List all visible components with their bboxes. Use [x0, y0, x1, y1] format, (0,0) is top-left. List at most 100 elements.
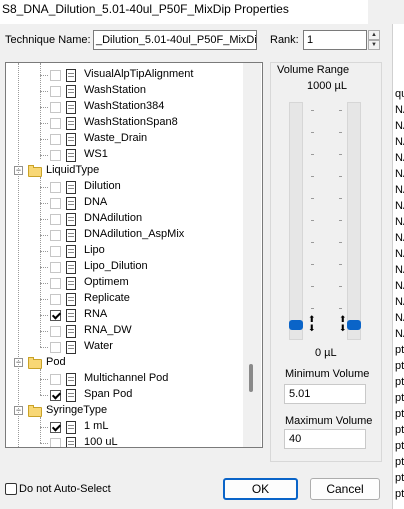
tree-item-checkbox[interactable]: [50, 118, 61, 129]
background-text: NA: [395, 264, 404, 276]
tree-item-checkbox[interactable]: [50, 390, 61, 401]
slider-tick: [311, 242, 314, 243]
technique-name-input[interactable]: _Dilution_5.01-40ul_P50F_MixDip: [93, 30, 257, 50]
rank-spin-down-button[interactable]: ▼: [368, 40, 380, 50]
tree-folder[interactable]: − SyringeType: [6, 403, 246, 419]
tree-item[interactable]: Waste_Drain: [6, 131, 246, 147]
tree-connector: [40, 235, 48, 236]
tree-item-label: WashStation384: [84, 100, 165, 112]
background-text: NA: [395, 136, 404, 148]
tree-item[interactable]: DNA: [6, 195, 246, 211]
tree-item-checkbox[interactable]: [50, 342, 61, 353]
tree-item-checkbox[interactable]: [50, 294, 61, 305]
slider-tick: [339, 242, 342, 243]
tree-item[interactable]: Replicate: [6, 291, 246, 307]
tree-item[interactable]: RNA_DW: [6, 323, 246, 339]
tree-item-label: DNAdilution_AspMix: [84, 228, 185, 240]
tree-item[interactable]: DNAdilution: [6, 211, 246, 227]
resource-tree[interactable]: VisualAlpTipAlignment WashStation WashStat…: [5, 62, 263, 448]
folder-icon: [28, 357, 42, 369]
folder-icon: [28, 405, 42, 417]
tree-item-checkbox[interactable]: [50, 246, 61, 257]
tree-item[interactable]: WashStation: [6, 83, 246, 99]
background-text: NA: [395, 184, 404, 196]
tree-item[interactable]: Optimem: [6, 275, 246, 291]
do-not-auto-select-checkbox[interactable]: [5, 483, 17, 495]
background-text: NA: [395, 280, 404, 292]
background-text: pt.: [395, 376, 404, 388]
document-icon: [66, 69, 76, 82]
document-icon: [66, 261, 76, 274]
background-window: qui. NA NA NA NA NA NA NA NA NA NA NA NA NA NA NA pt. pt.…: [392, 0, 404, 509]
tree-item-checkbox[interactable]: [50, 262, 61, 273]
max-volume-slider-track[interactable]: [347, 102, 361, 340]
tree-connector: [40, 123, 48, 124]
tree-item-checkbox[interactable]: [50, 150, 61, 161]
ok-button[interactable]: OK: [223, 478, 298, 500]
maximum-volume-input[interactable]: 40: [284, 429, 366, 449]
tree-item[interactable]: Dilution: [6, 179, 246, 195]
background-text: pt.: [395, 392, 404, 404]
tree-item-checkbox[interactable]: [50, 230, 61, 241]
tree-item-label: Lipo: [84, 244, 105, 256]
tree-item[interactable]: Water: [6, 339, 246, 355]
tree-item-label: Replicate: [84, 292, 130, 304]
tree-item[interactable]: WashStation384: [6, 99, 246, 115]
close-button[interactable]: [368, 0, 404, 24]
minimum-volume-input[interactable]: 5.01: [284, 384, 366, 404]
background-text: NA: [395, 216, 404, 228]
background-text: qui.: [395, 88, 404, 100]
tree-item[interactable]: Multichannel Pod: [6, 371, 246, 387]
tree-connector: [40, 369, 41, 395]
tree-item-checkbox[interactable]: [50, 278, 61, 289]
background-text: pt.: [395, 344, 404, 356]
tree-item-checkbox[interactable]: [50, 214, 61, 225]
tree-item[interactable]: RNA: [6, 307, 246, 323]
tree-item[interactable]: 1 mL: [6, 419, 246, 435]
document-icon: [66, 101, 76, 114]
slider-tick: [339, 264, 342, 265]
tree-item[interactable]: WS1: [6, 147, 246, 163]
min-volume-slider-thumb[interactable]: [289, 320, 303, 330]
tree-item-checkbox[interactable]: [50, 134, 61, 145]
tree-item-checkbox[interactable]: [50, 182, 61, 193]
tree-item[interactable]: Lipo: [6, 243, 246, 259]
background-text: pt.: [395, 424, 404, 436]
document-icon: [66, 181, 76, 194]
tree-item-checkbox[interactable]: [50, 86, 61, 97]
slider-tick: [339, 286, 342, 287]
minimum-volume-label: Minimum Volume: [285, 368, 370, 380]
tree-item[interactable]: Lipo_Dilution: [6, 259, 246, 275]
rank-input[interactable]: 1: [303, 30, 367, 50]
tree-item-checkbox[interactable]: [50, 70, 61, 81]
min-volume-slider-track[interactable]: [289, 102, 303, 340]
cancel-button[interactable]: Cancel: [310, 478, 380, 500]
tree-item[interactable]: WashStationSpan8: [6, 115, 246, 131]
tree-item-checkbox[interactable]: [50, 102, 61, 113]
tree-item-checkbox[interactable]: [50, 310, 61, 321]
tree-folder[interactable]: − Pod: [6, 355, 246, 371]
slider-tick: [339, 110, 342, 111]
tree-item-checkbox[interactable]: [50, 326, 61, 337]
tree-item[interactable]: Span Pod: [6, 387, 246, 403]
document-icon: [66, 133, 76, 146]
tree-scrollbar-thumb[interactable]: [249, 364, 253, 392]
tree-item-checkbox[interactable]: [50, 198, 61, 209]
folder-icon: [28, 165, 42, 177]
slider-tick: [311, 132, 314, 133]
tree-item[interactable]: 100 uL: [6, 435, 246, 447]
tree-item-label: RNA_DW: [84, 324, 132, 336]
tree-item-label: Optimem: [84, 276, 129, 288]
rank-spin-up-button[interactable]: ▲: [368, 30, 380, 40]
tree-item[interactable]: DNAdilution_AspMix: [6, 227, 246, 243]
max-volume-slider-thumb[interactable]: [347, 320, 361, 330]
tree-item[interactable]: VisualAlpTipAlignment: [6, 67, 246, 83]
background-text: NA: [395, 312, 404, 324]
tree-item-checkbox[interactable]: [50, 374, 61, 385]
document-icon: [66, 293, 76, 306]
tree-folder[interactable]: − LiquidType: [6, 163, 246, 179]
slider-marker-down-icon: ⬇: [339, 323, 347, 333]
tree-connector: [40, 347, 48, 348]
tree-item-checkbox[interactable]: [50, 438, 61, 447]
tree-item-checkbox[interactable]: [50, 422, 61, 433]
